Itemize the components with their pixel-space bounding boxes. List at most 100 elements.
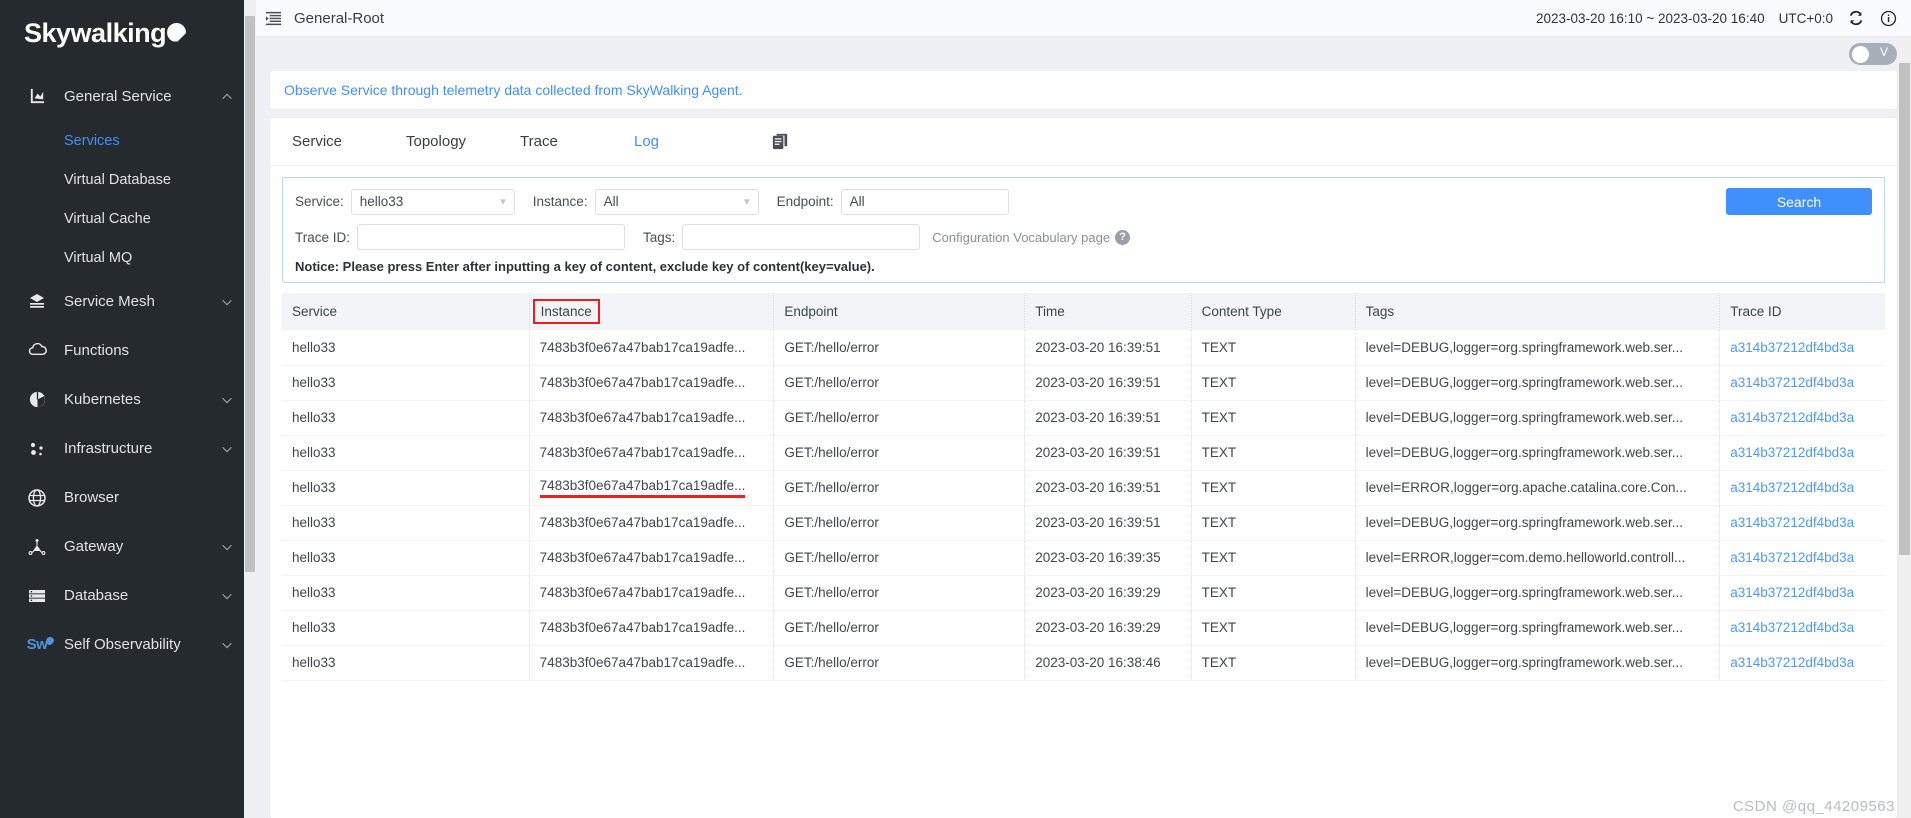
table-row[interactable]: hello33 7483b3f0e67a47bab17ca19adfe... GET… bbox=[282, 610, 1885, 646]
column-header-time[interactable]: Time bbox=[1024, 293, 1192, 330]
instance-cell: 7483b3f0e67a47bab17ca19adfe... bbox=[529, 365, 775, 401]
sidebar-item-database[interactable]: Database bbox=[0, 571, 256, 620]
sidebar-item-virtual-mq[interactable]: Virtual MQ bbox=[0, 238, 256, 277]
info-icon[interactable] bbox=[1879, 9, 1897, 27]
gateway-icon bbox=[24, 537, 50, 557]
trace-id-cell[interactable]: a314b37212df4bd3a bbox=[1719, 540, 1885, 576]
sidebar-subitem-label: Services bbox=[64, 132, 120, 149]
service-cell: hello33 bbox=[282, 470, 530, 506]
sidebar-item-virtual-database[interactable]: Virtual Database bbox=[0, 160, 256, 199]
configuration-vocabulary-link[interactable]: Configuration Vocabulary page ? bbox=[932, 229, 1131, 245]
tags-cell: level=DEBUG,logger=org.springframework.w… bbox=[1355, 435, 1721, 471]
question-icon[interactable]: ? bbox=[1115, 229, 1131, 245]
sidebar-item-self-observability[interactable]: Sw Self Observability bbox=[0, 620, 256, 669]
column-header-endpoint[interactable]: Endpoint bbox=[773, 293, 1026, 330]
content-type-cell: TEXT bbox=[1191, 365, 1356, 401]
table-row[interactable]: hello33 7483b3f0e67a47bab17ca19adfe... GET… bbox=[282, 470, 1885, 506]
topbar-right-controls: 2023-03-20 16:10 ~ 2023-03-20 16:40 UTC+… bbox=[1536, 9, 1897, 27]
service-cell: hello33 bbox=[282, 330, 530, 366]
service-select-value: hello33 bbox=[359, 194, 404, 209]
service-select[interactable]: hello33 ▾ bbox=[350, 188, 515, 215]
sidebar-item-gateway[interactable]: Gateway bbox=[0, 522, 256, 571]
trace-id-cell[interactable]: a314b37212df4bd3a bbox=[1719, 575, 1885, 611]
tab-log[interactable]: Log bbox=[634, 133, 748, 150]
trace-id-cell[interactable]: a314b37212df4bd3a bbox=[1719, 470, 1885, 506]
copy-icon[interactable] bbox=[770, 131, 796, 152]
sidebar-item-infrastructure[interactable]: Infrastructure bbox=[0, 424, 256, 473]
endpoint-cell: GET:/hello/error bbox=[773, 435, 1026, 471]
endpoint-cell: GET:/hello/error bbox=[773, 540, 1026, 576]
sidebar-item-service-mesh[interactable]: Service Mesh bbox=[0, 277, 256, 326]
chevron-down-icon: ▾ bbox=[500, 196, 506, 208]
search-button[interactable]: Search bbox=[1726, 188, 1872, 215]
view-mode-toggle[interactable]: V bbox=[1849, 43, 1897, 65]
sidebar-item-functions[interactable]: Functions bbox=[0, 326, 256, 375]
trace-id-cell[interactable]: a314b37212df4bd3a bbox=[1719, 610, 1885, 646]
configuration-vocabulary-label: Configuration Vocabulary page bbox=[932, 229, 1111, 245]
service-cell: hello33 bbox=[282, 610, 530, 646]
sidebar-item-services[interactable]: Services bbox=[0, 121, 256, 160]
endpoint-cell: GET:/hello/error bbox=[773, 365, 1026, 401]
content-type-cell: TEXT bbox=[1191, 435, 1356, 471]
trace-id-cell[interactable]: a314b37212df4bd3a bbox=[1719, 400, 1885, 436]
sidebar-item-label: Kubernetes bbox=[64, 391, 141, 408]
logo-moon-icon bbox=[167, 23, 186, 44]
table-row[interactable]: hello33 7483b3f0e67a47bab17ca19adfe... GET… bbox=[282, 435, 1885, 471]
table-row[interactable]: hello33 7483b3f0e67a47bab17ca19adfe... GET… bbox=[282, 400, 1885, 436]
instance-cell: 7483b3f0e67a47bab17ca19adfe... bbox=[529, 400, 775, 436]
service-cell: hello33 bbox=[282, 575, 530, 611]
trace-id-cell[interactable]: a314b37212df4bd3a bbox=[1719, 505, 1885, 541]
sidebar-item-general-service[interactable]: General Service bbox=[0, 72, 256, 121]
column-header-service[interactable]: Service bbox=[282, 293, 530, 330]
sidebar-subitem-label: Virtual MQ bbox=[64, 249, 133, 266]
sidebar-item-label: Database bbox=[64, 587, 129, 604]
endpoint-cell: GET:/hello/error bbox=[773, 330, 1026, 366]
instance-select[interactable]: All ▾ bbox=[594, 188, 759, 215]
tags-cell: level=DEBUG,logger=org.springframework.w… bbox=[1355, 575, 1721, 611]
reload-icon[interactable] bbox=[1847, 9, 1865, 27]
chevron-down-icon bbox=[222, 642, 232, 648]
app-logo[interactable]: Sky walking bbox=[0, 0, 256, 66]
sidebar-nav: General Service Services Virtual Databas… bbox=[0, 66, 256, 669]
sidebar-scrollbar-thumb[interactable] bbox=[245, 16, 255, 572]
content-area: Observe Service through telemetry data c… bbox=[256, 71, 1911, 818]
instance-cell: 7483b3f0e67a47bab17ca19adfe... bbox=[529, 505, 775, 541]
column-header-content-type[interactable]: Content Type bbox=[1191, 293, 1356, 330]
content-type-cell: TEXT bbox=[1191, 400, 1356, 436]
sidebar-scrollbar[interactable] bbox=[244, 0, 256, 818]
page-scrollbar[interactable] bbox=[1898, 37, 1911, 818]
sidebar-item-label: Functions bbox=[64, 342, 130, 359]
tab-service[interactable]: Service bbox=[292, 133, 406, 150]
service-label: Service: bbox=[295, 194, 344, 209]
column-header-trace-id[interactable]: Trace ID bbox=[1719, 293, 1885, 330]
trace-id-cell[interactable]: a314b37212df4bd3a bbox=[1719, 330, 1885, 366]
page-scrollbar-thumb[interactable] bbox=[1899, 63, 1910, 555]
tab-topology[interactable]: Topology bbox=[406, 133, 520, 150]
tab-trace[interactable]: Trace bbox=[520, 133, 634, 150]
traceid-input[interactable] bbox=[357, 224, 626, 250]
sidebar-item-browser[interactable]: Browser bbox=[0, 473, 256, 522]
trace-id-cell[interactable]: a314b37212df4bd3a bbox=[1719, 645, 1885, 681]
trace-id-cell[interactable]: a314b37212df4bd3a bbox=[1719, 435, 1885, 471]
tags-input[interactable] bbox=[682, 224, 921, 250]
column-header-tags[interactable]: Tags bbox=[1355, 293, 1721, 330]
time-cell: 2023-03-20 16:39:51 bbox=[1024, 435, 1192, 471]
mesh-icon bbox=[24, 292, 50, 312]
sidebar-item-kubernetes[interactable]: Kubernetes bbox=[0, 375, 256, 424]
sidebar-item-virtual-cache[interactable]: Virtual Cache bbox=[0, 199, 256, 238]
trace-id-cell[interactable]: a314b37212df4bd3a bbox=[1719, 365, 1885, 401]
table-row[interactable]: hello33 7483b3f0e67a47bab17ca19adfe... GET… bbox=[282, 645, 1885, 681]
table-row[interactable]: hello33 7483b3f0e67a47bab17ca19adfe... GET… bbox=[282, 505, 1885, 541]
endpoint-input[interactable] bbox=[840, 188, 1009, 215]
table-row[interactable]: hello33 7483b3f0e67a47bab17ca19adfe... GET… bbox=[282, 540, 1885, 576]
tags-cell: level=ERROR,logger=com.demo.helloworld.c… bbox=[1355, 540, 1721, 576]
column-header-instance[interactable]: Instance bbox=[529, 293, 775, 330]
time-range-picker[interactable]: 2023-03-20 16:10 ~ 2023-03-20 16:40 bbox=[1536, 11, 1765, 26]
collapse-sidebar-icon[interactable] bbox=[262, 7, 284, 29]
table-row[interactable]: hello33 7483b3f0e67a47bab17ca19adfe... GET… bbox=[282, 575, 1885, 611]
table-row[interactable]: hello33 7483b3f0e67a47bab17ca19adfe... GET… bbox=[282, 330, 1885, 366]
time-cell: 2023-03-20 16:39:51 bbox=[1024, 330, 1192, 366]
table-row[interactable]: hello33 7483b3f0e67a47bab17ca19adfe... GET… bbox=[282, 365, 1885, 401]
logo-text-sky: Sky bbox=[24, 17, 71, 48]
sidebar-subitem-label: Virtual Cache bbox=[64, 210, 151, 227]
